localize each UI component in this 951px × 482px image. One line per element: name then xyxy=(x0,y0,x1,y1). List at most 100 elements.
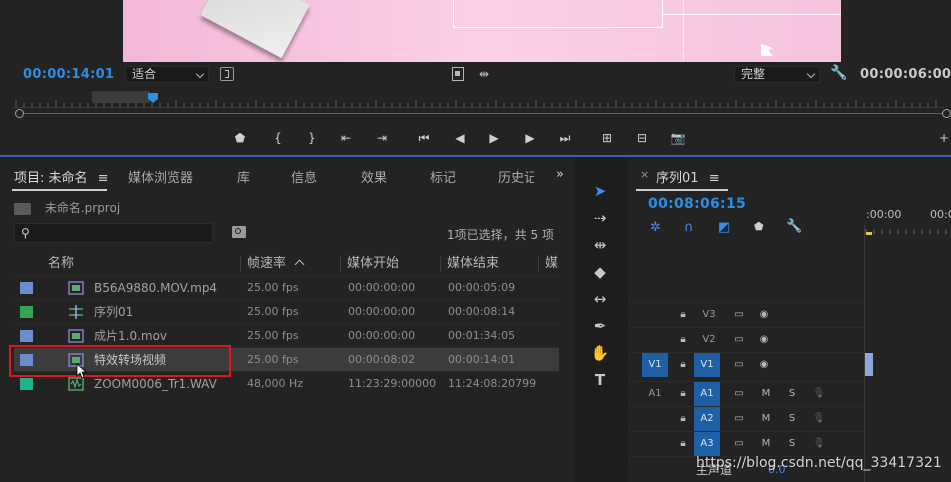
column-header-more[interactable]: 媒 xyxy=(545,254,558,274)
playback-resolution-dropdown[interactable]: 完整 xyxy=(734,66,820,83)
program-preview-image[interactable] xyxy=(123,0,841,62)
track-row-a3[interactable]: 🔒︎ A3 ▭ M S 🎙︎ xyxy=(628,431,864,456)
tab-project[interactable]: 项目: 未命名 ≡ xyxy=(14,167,109,186)
track-row-a1[interactable]: A1 🔒︎ A1 ▭ M S 🎙︎ xyxy=(628,381,864,406)
scroll-left-handle[interactable] xyxy=(15,109,24,118)
sync-lock-icon[interactable]: ▭ xyxy=(732,328,746,352)
search-input[interactable]: ⚲ xyxy=(14,223,213,243)
track-row-v3[interactable]: V3 🔒︎ ▭ ◉ xyxy=(628,302,864,326)
zoom-scrollbar[interactable] xyxy=(14,108,951,120)
lock-icon[interactable]: 🔒︎ xyxy=(676,353,690,377)
sync-lock-icon[interactable]: ▭ xyxy=(732,407,746,431)
time-ruler[interactable] xyxy=(14,91,944,108)
lock-icon[interactable]: 🔒︎ xyxy=(676,407,690,431)
solo-button[interactable]: S xyxy=(785,407,799,431)
go-to-in-icon[interactable]: ⇤ xyxy=(336,129,356,147)
add-marker-icon[interactable]: ⬟ xyxy=(754,220,764,233)
lock-icon[interactable]: 🔒︎ xyxy=(676,328,690,352)
track-select-tool-icon[interactable]: ⇢ xyxy=(586,207,614,229)
tab-media-browser[interactable]: 媒体浏览器 xyxy=(128,167,193,186)
find-icon[interactable] xyxy=(232,226,246,238)
track-row-v1[interactable]: V1 🔒︎ V1 ▭ ◉ xyxy=(628,352,864,377)
source-patch-v1[interactable]: V1 xyxy=(642,353,668,377)
mute-button[interactable]: M xyxy=(759,432,773,456)
close-icon[interactable]: × xyxy=(640,168,649,181)
track-row-a2[interactable]: 🔒︎ A2 ▭ M S 🎙︎ xyxy=(628,406,864,431)
step-forward-icon[interactable]: ⏭ xyxy=(555,129,575,147)
sync-lock-icon[interactable]: ▭ xyxy=(732,353,746,377)
sync-lock-icon[interactable]: ▭ xyxy=(732,382,746,406)
microphone-icon[interactable]: 🎙︎ xyxy=(812,407,826,431)
hand-tool-icon[interactable]: ✋ xyxy=(586,342,614,364)
eye-icon[interactable]: ◉ xyxy=(757,353,771,377)
wrench-icon[interactable]: 🔧 xyxy=(830,66,847,80)
tab-libraries[interactable]: 库 xyxy=(237,167,250,186)
tab-markers[interactable]: 标记 xyxy=(430,167,456,186)
label-color-swatch[interactable] xyxy=(20,306,33,318)
lock-icon[interactable]: 🔒︎ xyxy=(676,382,690,406)
wrench-icon[interactable]: 🔧 xyxy=(786,219,802,234)
track-row-v2[interactable]: V2 🔒︎ ▭ ◉ xyxy=(628,327,864,351)
timeline-ruler-ticks[interactable] xyxy=(864,225,951,235)
label-color-swatch[interactable] xyxy=(20,378,33,390)
microphone-icon[interactable]: 🎙︎ xyxy=(812,432,826,456)
ripple-edit-tool-icon[interactable]: ⇹ xyxy=(586,234,614,256)
selection-tool-icon[interactable]: ➤ xyxy=(586,180,614,202)
step-back-icon[interactable]: ⏮ xyxy=(414,129,434,147)
track-target-v1[interactable]: V1 xyxy=(694,353,720,377)
go-to-out-icon[interactable]: ⇥ xyxy=(372,129,392,147)
column-header-framerate[interactable]: 帧速率 xyxy=(247,254,305,274)
insert-icon[interactable]: ⊞ xyxy=(597,129,617,147)
lock-icon[interactable]: 🔒︎ xyxy=(676,432,690,456)
slip-tool-icon[interactable]: ↔ xyxy=(586,288,614,310)
track-target-a1[interactable]: A1 xyxy=(694,382,720,406)
panel-menu-icon[interactable]: ≡ xyxy=(709,171,720,186)
tab-sequence[interactable]: 序列01 ≡ xyxy=(656,167,720,186)
zoom-level-dropdown[interactable]: 适合 xyxy=(125,66,209,83)
play-icon[interactable]: ▶ xyxy=(484,129,504,147)
table-row[interactable]: B56A9880.MOV.mp4 25.00 fps 00:00:00:00 0… xyxy=(14,275,559,299)
solo-button[interactable]: S xyxy=(785,382,799,406)
track-target-a3[interactable]: A3 xyxy=(694,432,720,456)
column-header-media-end[interactable]: 媒体结束 xyxy=(447,254,499,274)
column-header-name[interactable]: 名称 xyxy=(48,254,74,274)
snap-magnet-icon[interactable]: ∩ xyxy=(684,220,694,235)
panel-menu-icon[interactable]: ≡ xyxy=(98,171,109,186)
multicam-arrows-icon[interactable]: ⇹ xyxy=(476,67,492,81)
mark-out-icon[interactable]: } xyxy=(302,129,322,147)
sync-lock-icon[interactable]: ▭ xyxy=(732,303,746,327)
scroll-right-handle[interactable] xyxy=(942,109,951,118)
tab-effects[interactable]: 效果 xyxy=(361,167,387,186)
type-tool-icon[interactable]: T xyxy=(586,369,614,391)
timeline-clip[interactable] xyxy=(865,353,873,376)
column-header-media-start[interactable]: 媒体开始 xyxy=(347,254,399,274)
current-timecode[interactable]: 00:00:14:01 xyxy=(23,67,114,82)
add-button-icon[interactable]: + xyxy=(934,129,951,147)
export-frame-camera-icon[interactable]: 📷 xyxy=(668,129,688,147)
more-tabs-icon[interactable]: » xyxy=(556,167,564,182)
lock-icon[interactable]: 🔒︎ xyxy=(676,303,690,327)
linked-selection-icon[interactable]: ◩ xyxy=(718,220,730,235)
source-patch-a1[interactable]: A1 xyxy=(642,382,668,406)
sync-lock-icon[interactable]: ▭ xyxy=(732,432,746,456)
microphone-icon[interactable]: 🎙︎ xyxy=(812,382,826,406)
step-forward-frame-icon[interactable]: ▶ xyxy=(520,129,540,147)
razor-tool-icon[interactable]: ◆ xyxy=(586,261,614,283)
label-color-swatch[interactable] xyxy=(20,330,33,342)
tab-history[interactable]: 历史记 xyxy=(498,167,534,186)
table-row[interactable]: 序列01 25.00 fps 00:00:00:00 00:00:08:14 xyxy=(14,299,559,323)
eye-icon[interactable]: ◉ xyxy=(757,303,771,327)
mute-button[interactable]: M xyxy=(759,382,773,406)
safe-margins-icon[interactable] xyxy=(452,67,464,81)
track-target-a2[interactable]: A2 xyxy=(694,407,720,431)
add-marker-icon[interactable]: ⬟ xyxy=(230,129,250,147)
nest-toggle-icon[interactable]: ✲ xyxy=(650,220,661,235)
sequence-timecode[interactable]: 00:08:06:15 xyxy=(648,196,746,212)
eye-icon[interactable]: ◉ xyxy=(757,328,771,352)
settings-bracket-icon[interactable] xyxy=(220,67,234,81)
table-row[interactable]: 成片1.0.mov 25.00 fps 00:00:00:00 00:01:34… xyxy=(14,323,559,347)
label-color-swatch[interactable] xyxy=(20,282,33,294)
overwrite-icon[interactable]: ⊟ xyxy=(632,129,652,147)
solo-button[interactable]: S xyxy=(785,432,799,456)
mute-button[interactable]: M xyxy=(759,407,773,431)
